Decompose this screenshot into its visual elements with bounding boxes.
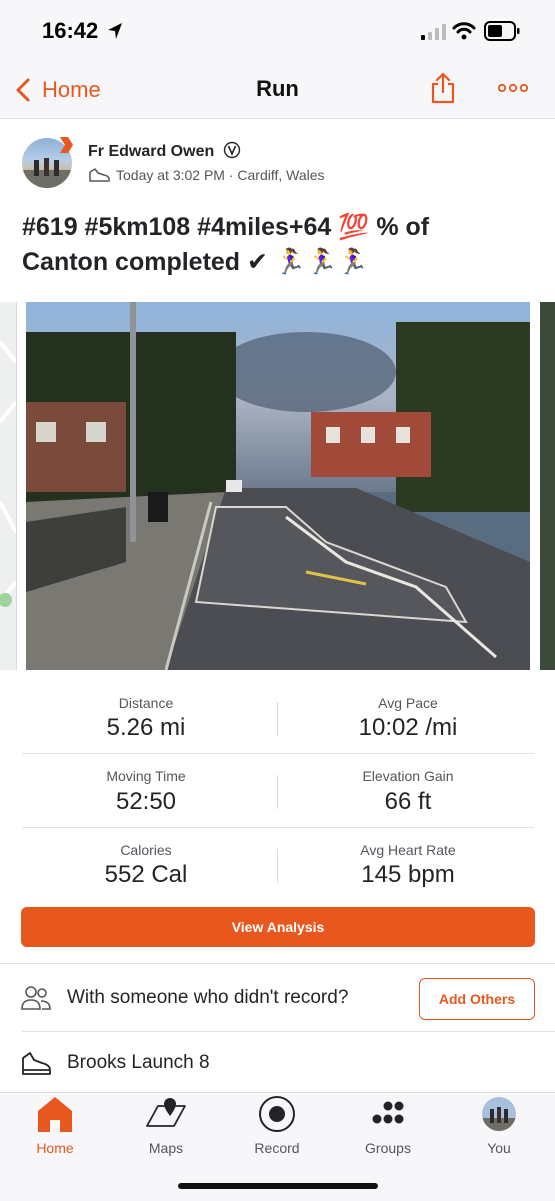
- people-icon: [21, 986, 51, 1010]
- home-indicator: [178, 1183, 378, 1189]
- view-analysis-button[interactable]: View Analysis: [21, 907, 535, 947]
- tab-home[interactable]: Home: [5, 1094, 105, 1164]
- battery-icon: [484, 21, 520, 41]
- map-thumbnail: [0, 340, 18, 607]
- stat-row-divider: [22, 827, 534, 828]
- tab-record[interactable]: Record: [227, 1094, 327, 1164]
- shoe-icon: [22, 1052, 51, 1075]
- verified-icon: [223, 141, 240, 159]
- groups-icon: [372, 1101, 404, 1124]
- street-photo: [26, 302, 530, 670]
- stat-elevation-gain-label: Elevation Gain: [362, 768, 454, 784]
- activity-meta-text: Today at 3:02 PM · Cardiff, Wales: [116, 167, 325, 183]
- stat-divider: [277, 849, 278, 883]
- gear-name[interactable]: Brooks Launch 8: [67, 1052, 210, 1074]
- add-others-button[interactable]: Add Others: [419, 978, 535, 1020]
- activity-title-line-1: #619 #5km108 #4miles+64 💯 % of: [22, 213, 430, 241]
- section-divider: [0, 963, 555, 964]
- stat-avg-pace-label: Avg Pace: [378, 695, 438, 711]
- stat-avg-heart-rate-value: 145 bpm: [361, 861, 455, 888]
- activity-photo[interactable]: [26, 302, 530, 670]
- more-options-icon[interactable]: [498, 83, 528, 93]
- stat-row-divider: [22, 753, 534, 754]
- section-divider: [22, 1031, 555, 1032]
- maps-icon: [146, 1098, 186, 1127]
- shoe-icon: [89, 168, 110, 182]
- status-time: 16:42: [42, 18, 99, 43]
- wifi-icon: [452, 22, 476, 40]
- nav-bar: Home Run: [0, 62, 555, 119]
- athlete-name-row[interactable]: Fr Edward Owen: [88, 141, 241, 161]
- activity-meta: Today at 3:02 PM · Cardiff, Wales: [88, 167, 325, 183]
- tab-groups-label: Groups: [365, 1140, 411, 1156]
- stat-avg-heart-rate-label: Avg Heart Rate: [360, 842, 456, 858]
- stat-calories-label: Calories: [120, 842, 172, 858]
- tab-record-label: Record: [254, 1140, 300, 1156]
- record-icon: [259, 1096, 295, 1132]
- stat-moving-time-value: 52:50: [115, 788, 177, 815]
- stat-divider: [277, 775, 278, 809]
- stat-avg-pace-value: 10:02 /mi: [358, 714, 458, 741]
- tab-groups[interactable]: Groups: [338, 1094, 438, 1164]
- stat-moving-time-label: Moving Time: [106, 768, 186, 784]
- stat-distance-value: 5.26 mi: [106, 714, 186, 741]
- stat-divider: [277, 702, 278, 736]
- stat-elevation-gain-value: 66 ft: [384, 788, 432, 815]
- activity-title: #619 #5km108 #4miles+64 💯 % of Canton co…: [22, 210, 542, 280]
- avatar-icon: [482, 1097, 516, 1131]
- signal-icon: [421, 24, 446, 40]
- next-photo-preview[interactable]: [540, 302, 555, 670]
- athlete-name: Fr Edward Owen: [88, 143, 215, 160]
- tab-maps-label: Maps: [148, 1140, 184, 1156]
- stat-distance-label: Distance: [118, 695, 174, 711]
- with-someone-text: With someone who didn't record?: [67, 987, 349, 1008]
- status-bar: 16:42: [0, 0, 555, 62]
- tab-home-label: Home: [36, 1140, 74, 1156]
- location-arrow-icon: [108, 23, 122, 39]
- share-icon[interactable]: [430, 72, 456, 104]
- tab-you-label: You: [487, 1140, 511, 1156]
- tab-you[interactable]: You: [449, 1094, 549, 1164]
- map-preview[interactable]: [0, 302, 18, 670]
- home-icon: [38, 1097, 72, 1132]
- page-title: Run: [256, 76, 299, 101]
- subscriber-chevron-icon: [60, 137, 73, 153]
- stat-calories-value: 552 Cal: [104, 861, 188, 888]
- tab-maps[interactable]: Maps: [116, 1094, 216, 1164]
- activity-title-line-2: Canton completed ✔ 🏃‍♀️🏃‍♀️🏃‍♀️: [22, 248, 369, 276]
